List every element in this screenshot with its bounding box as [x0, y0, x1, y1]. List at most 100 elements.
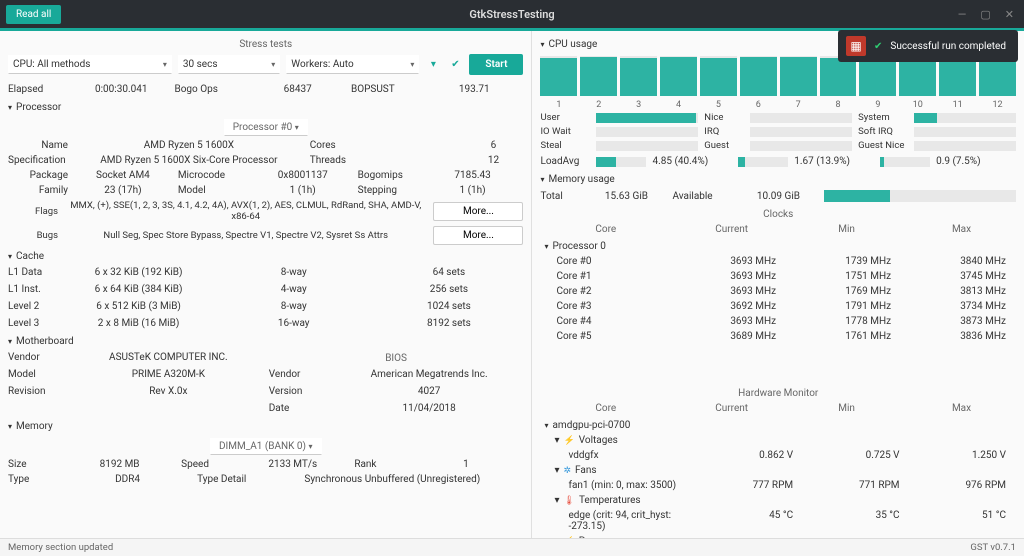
clock-row: Core #03693 MHz1739 MHz3840 MHz — [540, 254, 1016, 269]
bios-heading: BIOS — [269, 349, 524, 366]
flags-more-button[interactable]: More... — [433, 202, 523, 221]
mobo-model-label: Model — [8, 369, 68, 380]
clock-col-max: Max — [907, 224, 1016, 235]
stress-method-dropdown[interactable]: CPU: All methods▾ — [8, 55, 172, 74]
power-group[interactable]: ▾⚡Power — [540, 536, 696, 538]
fan1-min: 771 RPM — [809, 480, 909, 491]
check-icon[interactable]: ✔ — [447, 59, 463, 70]
motherboard-expander[interactable]: ▾Motherboard — [8, 332, 523, 349]
cpu-core-bar — [899, 56, 936, 96]
window-title: GtkStressTesting — [469, 8, 554, 21]
mem-detail: Synchronous Unbuffered (Unregistered) — [261, 474, 523, 485]
bopsust-value: 193.71 — [425, 84, 524, 95]
softirq-bar — [914, 127, 1016, 137]
microcode-label: Microcode — [178, 170, 248, 181]
minimize-icon[interactable]: — — [958, 8, 967, 21]
nice-bar — [750, 113, 852, 123]
edge-cur: 45 °C — [703, 510, 803, 532]
spec-label: Specification — [8, 155, 68, 166]
clocks-heading: Clocks — [540, 205, 1016, 222]
user-label: User — [540, 112, 590, 123]
steal-bar — [596, 141, 698, 151]
iowait-label: IO Wait — [540, 126, 590, 137]
close-icon[interactable]: ✕ — [1005, 8, 1014, 21]
clocks-proc-expander[interactable]: ▾Processor 0 — [540, 237, 1016, 254]
clock-row: Core #33692 MHz1791 MHz3734 MHz — [540, 299, 1016, 314]
cache-row: Level 26 x 512 KiB (3 MiB)8-way1024 sets — [8, 298, 523, 315]
bugs-value: Null Seg, Spec Store Bypass, Spectre V1,… — [64, 230, 427, 241]
guestnice-label: Guest Nice — [858, 140, 908, 151]
maximize-icon[interactable]: ▢ — [980, 8, 990, 21]
bios-vendor-label: Vendor — [269, 369, 329, 380]
mobo-rev: Rev X.0x — [74, 386, 263, 397]
bogo-value: 68437 — [248, 84, 346, 95]
cpu-core-number: 3 — [620, 100, 657, 110]
fan-icon: ✲ — [564, 466, 572, 476]
elapsed-label: Elapsed — [8, 84, 68, 95]
cpu-core-number: 2 — [580, 100, 617, 110]
cpu-core-number: 9 — [859, 100, 896, 110]
fans-group[interactable]: ▾✲Fans — [540, 465, 696, 476]
guestnice-bar — [914, 141, 1016, 151]
cpu-core-bar — [859, 56, 896, 96]
memory-bank-selector[interactable]: DIMM_A1 (BANK 0) ▾ — [210, 438, 322, 455]
check-icon: ✔ — [874, 41, 882, 52]
processor-expander[interactable]: ▾Processor — [8, 98, 523, 115]
start-button[interactable]: Start — [469, 54, 523, 75]
steal-label: Steal — [540, 140, 590, 151]
bopsust-label: BOPSUST — [351, 84, 421, 95]
titlebar: Read all GtkStressTesting — ▢ ✕ — [0, 0, 1024, 28]
cpu-core-number: 12 — [979, 100, 1016, 110]
fan1-cur: 777 RPM — [703, 480, 803, 491]
temps-group[interactable]: ▾🌡Temperatures — [540, 495, 696, 506]
stress-duration-dropdown[interactable]: 30 secs▾ — [178, 55, 280, 74]
bios-vendor: American Megatrends Inc. — [335, 369, 524, 380]
hw-col-core: Core — [540, 403, 671, 414]
cpu-core-bar — [580, 56, 617, 96]
loadavg-1: 4.85 (40.4%) — [652, 156, 708, 167]
mem-rank-label: Rank — [354, 459, 404, 470]
package-label: Package — [8, 170, 68, 181]
family-value: 23 (17h) — [72, 185, 174, 196]
version-text: GST v0.7.1 — [970, 542, 1016, 553]
bogo-label: Bogo Ops — [174, 84, 244, 95]
memory-expander[interactable]: ▾Memory — [8, 417, 523, 434]
spec-value: AMD Ryzen 5 1600X Six-Core Processor — [72, 155, 306, 166]
flags-value: MMX, (+), SSE(1, 2, 3, 3S, 4.1, 4.2, 4A)… — [64, 200, 427, 222]
loadavg-label: LoadAvg — [540, 156, 590, 167]
memory-usage-expander[interactable]: ▾Memory usage — [540, 170, 1016, 187]
bios-date: 11/04/2018 — [335, 403, 524, 414]
status-text: Memory section updated — [8, 542, 113, 553]
guest-bar — [750, 141, 852, 151]
stress-workers-dropdown[interactable]: Workers: Auto▾ — [286, 55, 419, 74]
clock-row: Core #53689 MHz1761 MHz3836 MHz — [540, 329, 1016, 344]
cpu-core-number: 11 — [939, 100, 976, 110]
mem-avail: 10.09 GiB — [738, 191, 818, 202]
chevron-down-icon: ▾ — [271, 60, 275, 69]
system-label: System — [858, 112, 908, 123]
hw-col-max: Max — [907, 403, 1016, 414]
hw-col-current: Current — [677, 403, 786, 414]
bios-date-label: Date — [269, 403, 329, 414]
fan1-row: fan1 (min: 0, max: 3500) — [540, 480, 696, 491]
cpu-core-number: 5 — [700, 100, 737, 110]
mobo-rev-label: Revision — [8, 386, 68, 397]
mem-speed-label: Speed — [181, 459, 231, 470]
cpu-core-number: 6 — [740, 100, 777, 110]
hw-device-expander[interactable]: ▾amdgpu-pci-0700 — [540, 416, 1016, 433]
voltages-group[interactable]: ▾⚡Voltages — [540, 435, 696, 446]
toggle-button[interactable]: ▾ — [425, 59, 441, 70]
processor-selector[interactable]: Processor #0 ▾ — [224, 119, 308, 136]
read-all-button[interactable]: Read all — [6, 5, 61, 24]
model-label: Model — [178, 185, 248, 196]
vddgfx-max: 1.250 V — [916, 450, 1016, 461]
bolt-icon: ⚡ — [564, 537, 575, 539]
system-bar — [914, 113, 1016, 123]
cache-expander[interactable]: ▾Cache — [8, 247, 523, 264]
bugs-more-button[interactable]: More... — [433, 226, 523, 245]
flags-label: Flags — [8, 206, 58, 217]
toast-text: Successful run completed — [890, 41, 1006, 52]
cache-row: L1 Data6 x 32 KiB (192 KiB)8-way64 sets — [8, 264, 523, 281]
mobo-vendor-label: Vendor — [8, 352, 68, 363]
edge-row: edge (crit: 94, crit_hyst: -273.15) — [540, 510, 696, 532]
